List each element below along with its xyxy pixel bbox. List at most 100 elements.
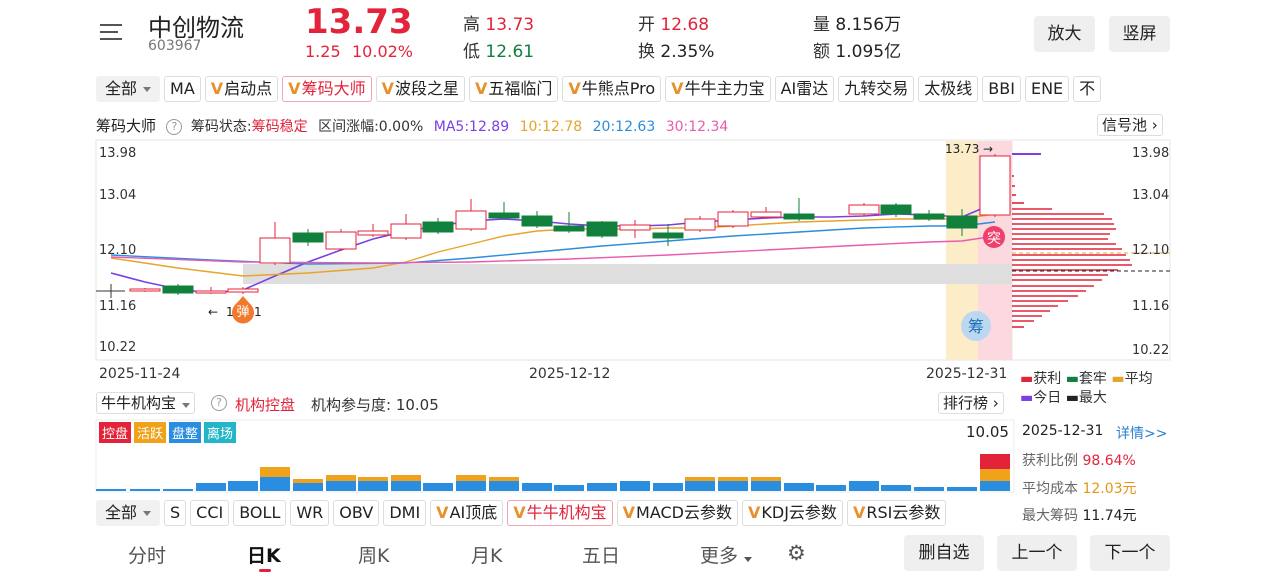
institution-bar	[228, 481, 258, 491]
candle-body	[292, 232, 324, 243]
institution-bar	[96, 489, 126, 491]
premium-v-icon: V	[513, 503, 526, 522]
candle-body	[652, 232, 684, 239]
tab-1[interactable]: 日K	[247, 541, 281, 568]
indicator2-item-5[interactable]: DMI	[383, 500, 427, 526]
candle-body	[325, 231, 357, 250]
chip-marker[interactable]: 筹	[961, 311, 991, 341]
sub-tags: 控盘 活跃 盘整 离场	[99, 422, 237, 443]
indicator2-item-8[interactable]: V MACD云参数	[616, 500, 738, 526]
indicator2-item-label: WR	[296, 503, 324, 522]
tag-3: 离场	[204, 422, 237, 443]
y-label-left-1: 13.98	[99, 146, 137, 161]
institution-bar	[326, 481, 356, 491]
next-stock-button[interactable]: 下一个	[1090, 535, 1170, 571]
tab-2[interactable]: 周K	[358, 541, 389, 568]
indicator2-item-7[interactable]: V 牛牛机构宝	[507, 500, 613, 526]
y-label-right-4: 11.16	[1132, 299, 1170, 314]
premium-v-icon: V	[622, 503, 636, 522]
institution-bar	[423, 483, 453, 491]
institution-bar	[784, 483, 814, 491]
caret-down-icon	[744, 557, 753, 562]
tab-3[interactable]: 月K	[471, 541, 502, 568]
institution-bar	[260, 477, 290, 491]
institution-bar	[718, 477, 748, 481]
institution-bar	[980, 481, 1010, 491]
institution-bar	[849, 481, 879, 491]
candle-body	[422, 221, 454, 233]
indicator2-item-label: MACD云参数	[636, 503, 732, 522]
sub-chart-label: 机构控盘	[235, 396, 296, 414]
y-label-left-3: 12.10	[99, 243, 137, 258]
y-label-right-2: 13.04	[1132, 188, 1170, 203]
candle-body	[162, 285, 194, 294]
y-label-right-1: 13.98	[1132, 146, 1170, 161]
indicator2-all-select[interactable]: 全部	[96, 500, 161, 526]
tag-2: 盘整	[169, 422, 202, 443]
settings-gear-icon[interactable]: ⚙	[787, 541, 806, 565]
institution-bar	[914, 487, 944, 491]
tab-label: 日K	[247, 545, 281, 567]
candle-body	[553, 225, 585, 232]
indicator2-item-1[interactable]: CCI	[190, 500, 230, 526]
bounce-marker[interactable]: 弹	[231, 296, 254, 324]
legend-profit-icon: ▬	[1020, 371, 1034, 387]
premium-v-icon: V	[436, 503, 449, 522]
sub-indicator-select[interactable]: 牛牛机构宝	[96, 392, 196, 414]
tab-label: 周K	[358, 545, 390, 567]
delete-watchlist-button[interactable]: 删自选	[904, 535, 984, 571]
institution-bar	[391, 481, 421, 491]
tab-4[interactable]: 五日	[582, 541, 620, 568]
indicator2-item-label: KDJ云参数	[761, 503, 837, 522]
breakout-marker[interactable]: 突	[983, 226, 1005, 248]
indicator2-item-2[interactable]: BOLL	[233, 500, 287, 526]
indicator2-item-label: OBV	[339, 503, 374, 522]
candle-body	[880, 204, 912, 215]
indicator2-item-4[interactable]: OBV	[333, 500, 380, 526]
chip-legend: ▬获利 ▬套牢 ▬平均	[1020, 371, 1153, 387]
previous-stock-button[interactable]: 上一个	[997, 535, 1077, 571]
ma20-line	[110, 221, 996, 265]
indicator2-item-0[interactable]: S	[164, 500, 187, 526]
institution-bar	[130, 489, 160, 491]
indicator2-item-10[interactable]: V RSI云参数	[846, 500, 947, 526]
candle-body	[259, 237, 291, 264]
institution-bars	[96, 454, 1010, 491]
indicator2-item-label: AI顶底	[449, 503, 498, 522]
indicator2-item-3[interactable]: WR	[290, 500, 330, 526]
institution-bar	[947, 487, 977, 491]
svg-text:弹: 弹	[236, 305, 249, 320]
candle-body	[227, 288, 259, 293]
tab-0[interactable]: 分时	[128, 541, 166, 568]
indicator2-item-label: CCI	[196, 503, 224, 522]
institution-bar	[293, 479, 323, 483]
candle-body	[946, 215, 978, 229]
tab-5[interactable]: 更多	[700, 541, 753, 568]
institution-bar	[260, 467, 290, 477]
ma30-line	[110, 235, 996, 264]
ranking-button[interactable]: 排行榜 ›	[938, 392, 1004, 414]
candle-body	[129, 288, 161, 292]
indicator2-item-6[interactable]: V AI顶底	[430, 500, 504, 526]
institution-bar	[653, 483, 683, 491]
institution-bar	[293, 483, 323, 491]
candle-body	[455, 210, 487, 230]
participation-value: 机构参与度: 10.05	[311, 396, 439, 414]
legend-trapped-icon: ▬	[1065, 371, 1079, 387]
candle-body	[390, 223, 422, 239]
institution-bar	[358, 477, 388, 481]
arrow-right-icon: →	[983, 142, 993, 156]
institution-bar	[816, 485, 846, 491]
date-label-end: 2025-12-31	[926, 366, 1008, 382]
detail-link[interactable]: 详情>>	[1116, 423, 1167, 443]
candle-body	[684, 218, 716, 231]
institution-bar	[718, 481, 748, 491]
sub-help-icon[interactable]: ?	[211, 395, 227, 411]
tab-label: 更多	[700, 545, 739, 567]
tab-label: 月K	[471, 545, 503, 567]
y-label-left-4: 11.16	[99, 299, 137, 314]
candle-body	[619, 224, 651, 231]
institution-bar	[587, 483, 617, 491]
svg-text:筹: 筹	[968, 317, 984, 336]
indicator2-item-9[interactable]: V KDJ云参数	[742, 500, 843, 526]
